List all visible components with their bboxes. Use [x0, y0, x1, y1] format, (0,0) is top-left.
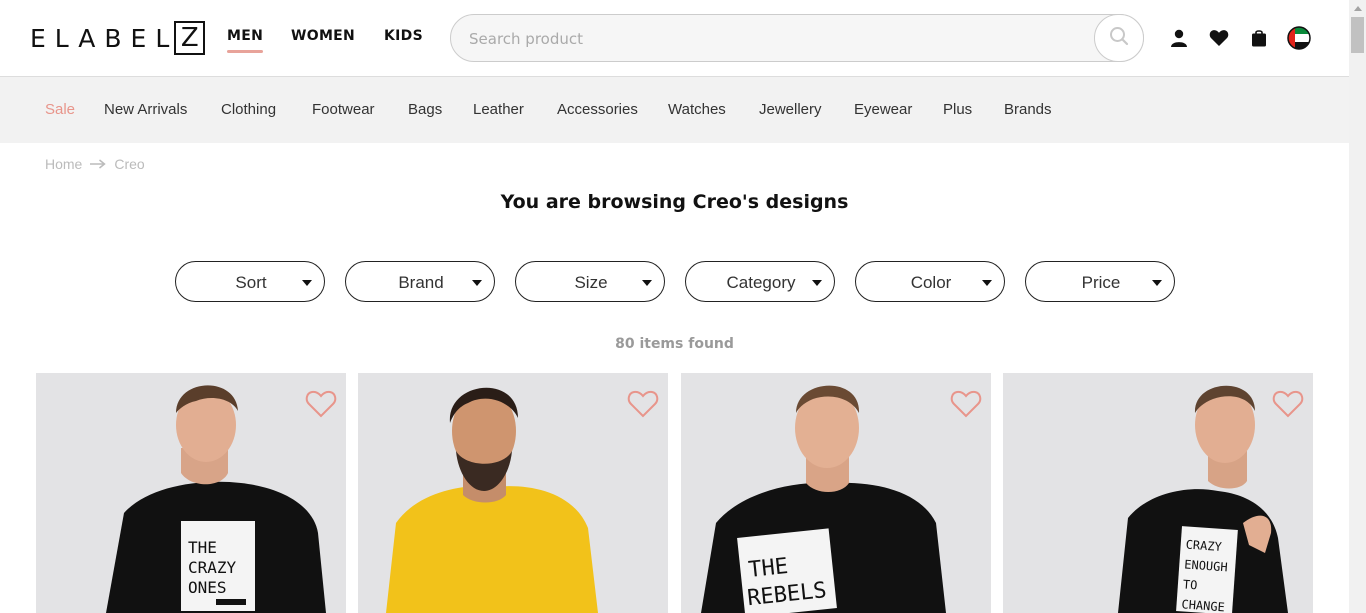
shirt-print-line: CRAZY [1185, 537, 1223, 554]
category-nav: Sale New Arrivals Clothing Footwear Bags… [0, 77, 1349, 143]
product-image [386, 387, 598, 613]
product-card[interactable] [358, 373, 668, 613]
caret-down-icon [812, 280, 822, 286]
nav-item-clothing[interactable]: Clothing [221, 101, 276, 118]
nav-item-brands[interactable]: Brands [1004, 101, 1052, 118]
arrow-right-icon [90, 159, 107, 169]
filter-brand[interactable]: Brand [345, 261, 495, 302]
product-image: CRAZY ENOUGH TO CHANGE [1118, 385, 1288, 613]
filter-price[interactable]: Price [1025, 261, 1175, 302]
nav-item-bags[interactable]: Bags [408, 101, 442, 118]
caret-down-icon [302, 280, 312, 286]
wishlist-heart-icon[interactable] [950, 389, 982, 419]
scroll-up-arrow-icon[interactable] [1349, 0, 1366, 17]
search-bar [450, 14, 1144, 62]
nav-item-sale[interactable]: Sale [45, 101, 75, 118]
nav-item-eyewear[interactable]: Eyewear [854, 101, 912, 118]
wishlist-heart-icon[interactable] [627, 389, 659, 419]
site-header: ELABEL Z MEN WOMEN KIDS [0, 0, 1349, 77]
logo[interactable]: ELABEL Z [30, 21, 206, 55]
breadcrumb-current: Creo [114, 156, 145, 172]
product-image: THE CRAZY ONES [106, 385, 326, 613]
search-icon [1109, 26, 1129, 50]
heart-icon[interactable] [1207, 26, 1231, 50]
search-button[interactable] [1094, 14, 1144, 62]
wishlist-heart-icon[interactable] [305, 389, 337, 419]
user-icon[interactable] [1167, 26, 1191, 50]
nav-item-jewellery[interactable]: Jewellery [759, 101, 822, 118]
product-card[interactable]: CRAZY ENOUGH TO CHANGE [1003, 373, 1313, 613]
gender-tab-men[interactable]: MEN [227, 28, 264, 53]
nav-item-plus[interactable]: Plus [943, 101, 972, 118]
breadcrumb: Home Creo [45, 156, 145, 172]
shirt-print-line: CRAZY [188, 558, 237, 577]
page-title: You are browsing Creo's designs [500, 191, 849, 213]
caret-down-icon [982, 280, 992, 286]
vertical-scrollbar[interactable] [1349, 0, 1366, 613]
filter-category[interactable]: Category [685, 261, 835, 302]
items-found-count: 80 items found [615, 336, 734, 352]
filter-sort[interactable]: Sort [175, 261, 325, 302]
filter-size[interactable]: Size [515, 261, 665, 302]
caret-down-icon [642, 280, 652, 286]
shirt-print-line: ONES [188, 578, 227, 597]
nav-item-new-arrivals[interactable]: New Arrivals [104, 101, 187, 118]
caret-down-icon [472, 280, 482, 286]
logo-box-letter: Z [174, 21, 206, 55]
logo-letters: ELABEL [30, 23, 179, 53]
shirt-print-line: CHANGE [1181, 597, 1225, 613]
gender-tab-women[interactable]: WOMEN [291, 28, 355, 44]
wishlist-heart-icon[interactable] [1272, 389, 1304, 419]
bag-icon[interactable] [1247, 26, 1271, 50]
nav-item-footwear[interactable]: Footwear [312, 101, 375, 118]
product-card[interactable]: THE CRAZY ONES [36, 373, 346, 613]
nav-item-leather[interactable]: Leather [473, 101, 524, 118]
filter-color[interactable]: Color [855, 261, 1005, 302]
scrollbar-thumb[interactable] [1351, 17, 1364, 53]
nav-item-watches[interactable]: Watches [668, 101, 726, 118]
product-image: THE REBELS [701, 385, 946, 613]
nav-item-accessories[interactable]: Accessories [557, 101, 638, 118]
uae-flag-icon[interactable] [1287, 26, 1311, 50]
caret-down-icon [1152, 280, 1162, 286]
shirt-print-line: THE [747, 554, 789, 583]
breadcrumb-home[interactable]: Home [45, 156, 82, 172]
search-input[interactable] [469, 27, 1079, 51]
shirt-print-line: THE [188, 538, 217, 557]
gender-tab-kids[interactable]: KIDS [384, 28, 423, 44]
product-card[interactable]: THE REBELS [681, 373, 991, 613]
shirt-print-line: TO [1182, 577, 1197, 592]
